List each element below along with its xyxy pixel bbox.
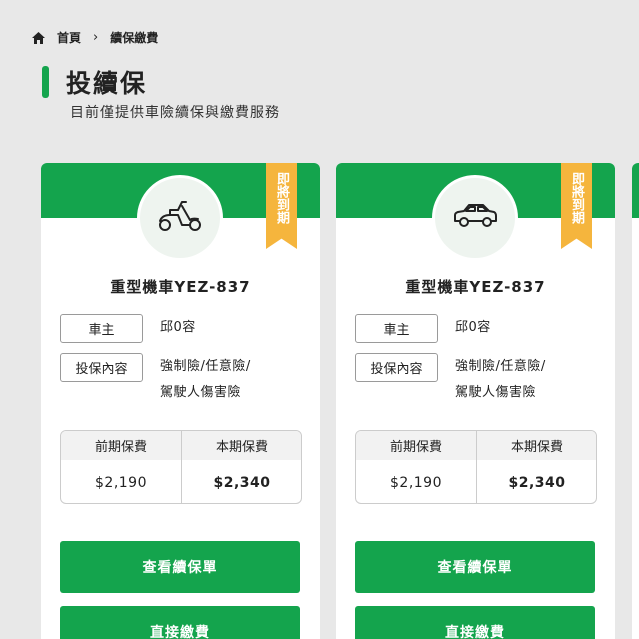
pay-now-button[interactable]: 直接繳費 (60, 606, 300, 639)
view-renewal-button[interactable]: 查看續保單 (60, 541, 300, 593)
owner-label: 車主 (355, 314, 438, 343)
breadcrumb-current: 續保繳費 (110, 31, 159, 45)
current-premium-label: 本期保費 (215, 440, 268, 455)
breadcrumb-home-link[interactable]: 首頁 (57, 29, 81, 46)
previous-premium-label: 前期保費 (94, 440, 147, 455)
coverage-label: 投保內容 (355, 353, 438, 382)
current-premium-value: $2,340 (508, 474, 566, 491)
premium-table: 前期保費 本期保費 $2,190 $2,340 (60, 430, 302, 504)
coverage-line-2: 駕駛人傷害險 (160, 385, 242, 400)
vehicle-name: 重型機車YEZ-837 (110, 278, 251, 296)
vehicle-icon-circle (137, 175, 223, 261)
previous-premium-value: $2,190 (95, 474, 147, 491)
title-accent-bar (42, 66, 49, 98)
pay-now-button[interactable]: 直接繳費 (355, 606, 595, 639)
policy-card-partial (632, 163, 639, 639)
page-subtitle: 目前僅提供車險續保與繳費服務 (70, 105, 280, 121)
scooter-icon (156, 198, 204, 238)
owner-value: 邱0容 (160, 320, 196, 335)
coverage-line-1: 強制險/任意險/ (455, 359, 546, 374)
policy-card: 即將到期 重型機車YEZ-837 車主 邱0容 投保內容 強制險/任意險/ 駕駛… (336, 163, 615, 639)
policy-card: 即將到期 重型機車YEZ-837 車主 邱0容 投保內容 強制險/任意險/ 駕駛… (41, 163, 320, 639)
coverage-line-2: 駕駛人傷害險 (455, 385, 537, 400)
coverage-label: 投保內容 (60, 353, 143, 382)
vehicle-name: 重型機車YEZ-837 (405, 278, 546, 296)
expiring-soon-ribbon: 即將到期 (266, 163, 297, 249)
view-renewal-button[interactable]: 查看續保單 (355, 541, 595, 593)
expiring-soon-ribbon: 即將到期 (561, 163, 592, 249)
card-header-band (632, 163, 639, 218)
owner-label: 車主 (60, 314, 143, 343)
coverage-line-1: 強制險/任意險/ (160, 359, 251, 374)
car-icon (452, 201, 498, 235)
current-premium-label: 本期保費 (510, 440, 563, 455)
previous-premium-label: 前期保費 (389, 440, 442, 455)
previous-premium-value: $2,190 (390, 474, 442, 491)
current-premium-value: $2,340 (213, 474, 271, 491)
home-icon[interactable] (32, 31, 45, 44)
vehicle-icon-circle (432, 175, 518, 261)
owner-value: 邱0容 (455, 320, 491, 335)
breadcrumb: 首頁 › 續保繳費 (32, 29, 158, 46)
breadcrumb-separator: › (93, 30, 99, 45)
premium-table: 前期保費 本期保費 $2,190 $2,340 (355, 430, 597, 504)
page-title: 投續保 (66, 69, 148, 98)
